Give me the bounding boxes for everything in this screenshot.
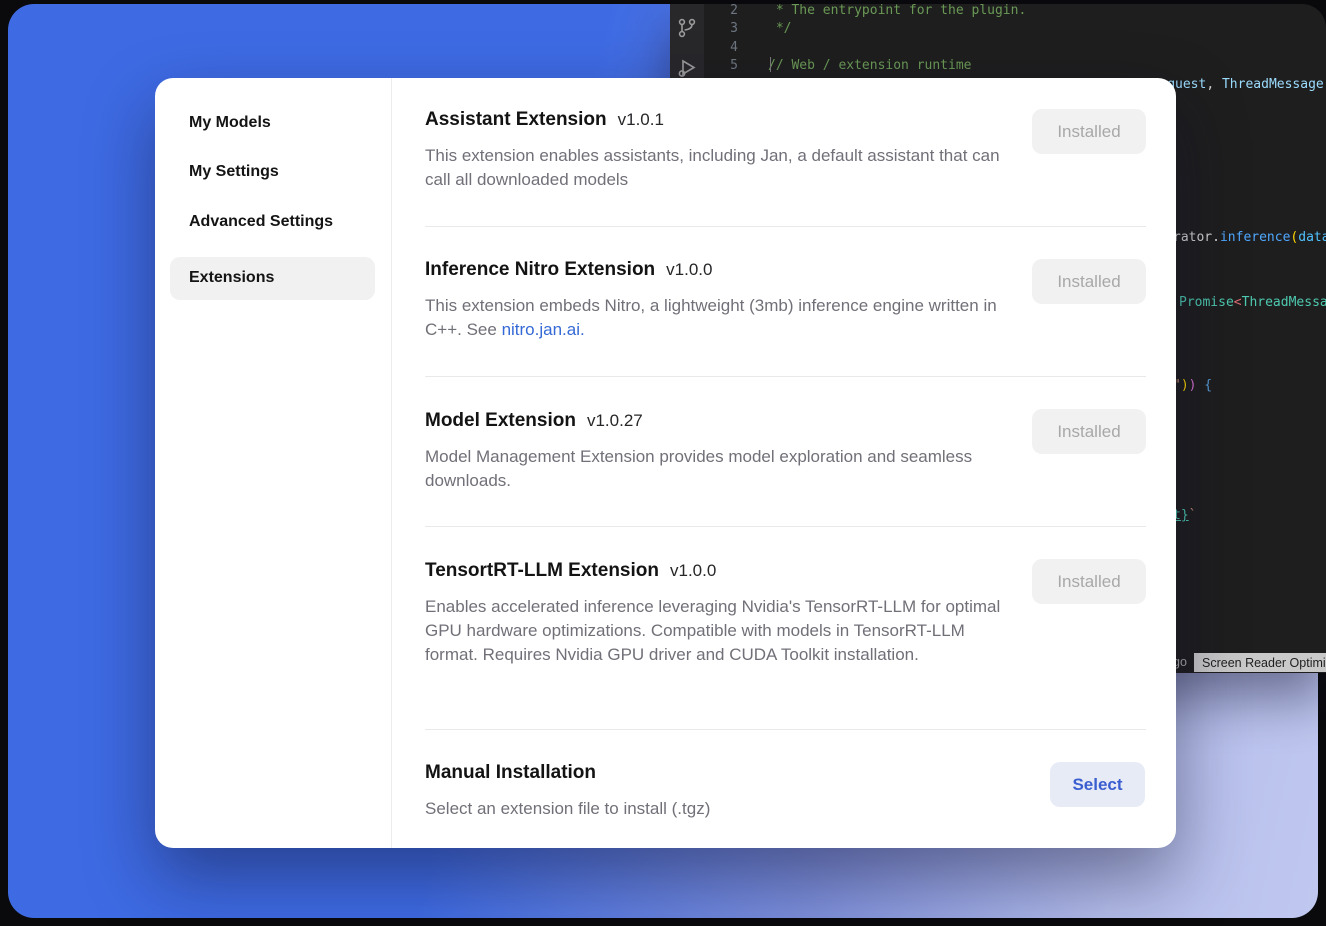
sidebar-item-my-models[interactable]: My Models <box>189 114 271 132</box>
extension-version: v1.0.27 <box>587 411 643 430</box>
code-fragment: t}` <box>1173 508 1196 524</box>
extension-name: Assistant Extension <box>425 109 607 130</box>
extension-version: v1.0.0 <box>670 561 716 580</box>
installed-button[interactable]: Installed <box>1032 109 1146 154</box>
extension-description: This extension enables assistants, inclu… <box>425 144 1017 192</box>
code-line: */ <box>768 20 1326 38</box>
extension-name: Model Extension <box>425 410 576 431</box>
nitro-jan-ai-link[interactable]: nitro.jan.ai. <box>502 320 585 339</box>
code-line: // Web / extension runtime <box>768 57 1326 75</box>
extension-title: Model Extension v1.0.27 <box>425 410 643 432</box>
code-line: * The entrypoint for the plugin. <box>768 4 1326 20</box>
line-number: 5 <box>704 57 738 75</box>
manual-installation-title: Manual Installation <box>425 762 596 784</box>
run-debug-icon[interactable] <box>675 56 699 80</box>
manual-installation-label: Manual Installation <box>425 762 596 783</box>
installed-button[interactable]: Installed <box>1032 559 1146 604</box>
code-fragment: rator.inference(data)); <box>1173 230 1326 246</box>
line-number: 2 <box>704 4 738 20</box>
extension-name: TensortRT-LLM Extension <box>425 560 659 581</box>
sidebar-item-my-settings[interactable]: My Settings <box>189 163 279 181</box>
screen-reader-optimized-badge[interactable]: Screen Reader Optimized <box>1194 653 1326 672</box>
line-number: 4 <box>704 39 738 57</box>
screenshot-canvas: 23456 * The entrypoint for the plugin. *… <box>0 0 1326 926</box>
installed-button[interactable]: Installed <box>1032 259 1146 304</box>
source-control-icon[interactable] <box>675 16 699 40</box>
extension-version: v1.0.0 <box>666 260 712 279</box>
row-divider <box>425 226 1146 227</box>
sidebar-item-advanced-settings[interactable]: Advanced Settings <box>189 213 333 231</box>
row-divider <box>425 729 1146 730</box>
select-file-button[interactable]: Select <box>1050 762 1145 807</box>
installed-button[interactable]: Installed <box>1032 409 1146 454</box>
editor-text-cursor <box>770 57 771 72</box>
extension-description: Model Management Extension provides mode… <box>425 445 1017 493</box>
line-number: 3 <box>704 20 738 38</box>
extension-title: TensortRT-LLM Extension v1.0.0 <box>425 560 716 582</box>
code-fragment: Promise<ThreadMessage> <box>1179 295 1326 311</box>
code-fragment: ")) { <box>1173 378 1212 394</box>
row-divider <box>425 376 1146 377</box>
row-divider <box>425 526 1146 527</box>
extension-name: Inference Nitro Extension <box>425 259 655 280</box>
extension-title: Inference Nitro Extension v1.0.0 <box>425 259 712 281</box>
manual-installation-description: Select an extension file to install (.tg… <box>425 797 1017 821</box>
extension-description: This extension embeds Nitro, a lightweig… <box>425 294 1017 342</box>
extension-title: Assistant Extension v1.0.1 <box>425 109 664 131</box>
settings-modal: My Models My Settings Advanced Settings … <box>155 78 1176 848</box>
extension-version: v1.0.1 <box>618 110 664 129</box>
sidebar-item-extensions[interactable]: Extensions <box>189 269 274 287</box>
extension-description: Enables accelerated inference leveraging… <box>425 595 1017 667</box>
sidebar-divider <box>391 78 392 848</box>
code-line <box>768 39 1326 57</box>
